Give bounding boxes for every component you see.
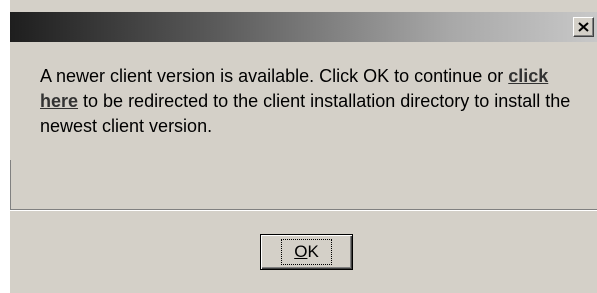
- ok-button-focus: OK: [281, 239, 332, 265]
- message-text-start: A newer client version is available. Cli…: [40, 66, 509, 86]
- close-button[interactable]: [573, 17, 594, 37]
- ok-label-rest: K: [307, 242, 319, 261]
- separator: [10, 209, 597, 211]
- window-edge: [0, 0, 10, 293]
- ok-accelerator: O: [294, 242, 308, 261]
- left-divider: [10, 160, 11, 209]
- message-text-end: to be redirected to the client installat…: [40, 91, 571, 136]
- ok-button[interactable]: OK: [260, 234, 353, 270]
- title-bar[interactable]: [10, 12, 597, 42]
- close-icon: [578, 22, 589, 32]
- update-dialog: A newer client version is available. Cli…: [0, 0, 597, 293]
- update-message: A newer client version is available. Cli…: [40, 64, 580, 139]
